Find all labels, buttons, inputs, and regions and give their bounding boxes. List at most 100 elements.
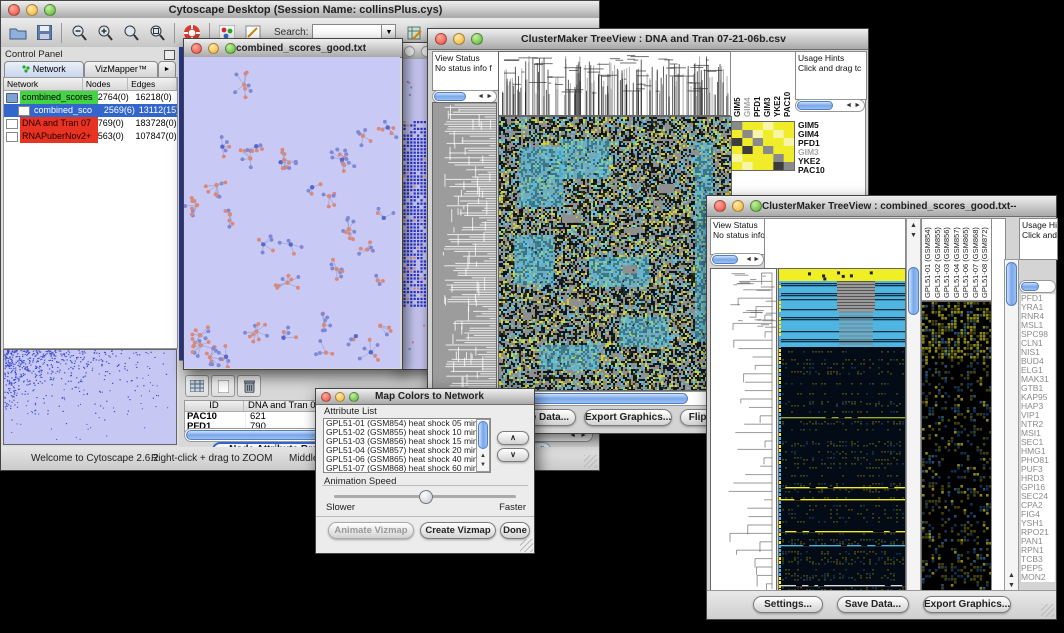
network-row[interactable]: DNA and Tran 07769(0)183728(0) (4, 117, 177, 130)
network1-canvas[interactable] (184, 57, 400, 368)
gene-label[interactable]: BUD4 (1021, 357, 1055, 366)
dna-column-label[interactable]: PFD1 (753, 53, 763, 117)
attribute-list-vscrollbar[interactable]: ▲ ▼ (476, 419, 490, 472)
network-row[interactable]: RNAPuberNov2+563(0)107847(0) (4, 130, 177, 143)
gene-label[interactable]: SEC1 (1021, 438, 1055, 447)
global-heatmap[interactable] (778, 268, 906, 593)
gene-label[interactable]: NIS1 (1021, 348, 1055, 357)
minimize-icon[interactable] (208, 43, 219, 54)
gene-label[interactable]: KAP95 (1021, 393, 1055, 402)
gene-label[interactable]: PHO81 (1021, 456, 1055, 465)
open-icon[interactable] (5, 22, 31, 44)
close-icon[interactable] (8, 4, 20, 16)
gene-label[interactable]: GIM5 (798, 121, 862, 130)
zoom-in-icon[interactable] (92, 22, 118, 44)
gene-label[interactable]: SEC24 (1021, 492, 1055, 501)
gene-label[interactable]: GIM3 (798, 148, 862, 157)
gene-label[interactable]: PUF3 (1021, 465, 1055, 474)
main-titlebar[interactable]: Cytoscape Desktop (Session Name: collins… (1, 1, 599, 19)
gene-label[interactable]: CPA2 (1021, 501, 1055, 510)
gene-label[interactable]: RPO21 (1021, 528, 1055, 537)
create-vizmap-button[interactable]: Create Vizmap (420, 522, 496, 539)
settings-button[interactable]: Settings... (753, 596, 823, 613)
usage-hints-hscrollbar[interactable]: ◄► (795, 99, 865, 112)
gene-label[interactable]: PAN1 (1021, 537, 1055, 546)
attribute-item[interactable]: GPL51-04 (GSM857) heat shock 20 min (324, 446, 477, 455)
new-file-icon[interactable] (211, 375, 235, 397)
done-button[interactable]: Done (500, 522, 530, 539)
network-row[interactable]: combined_sco2569(6)13112(15) (4, 104, 177, 117)
gene-label[interactable]: PFD1 (1021, 294, 1055, 303)
attribute-item[interactable]: GPL51-01 (GSM854) heat shock 05 min (324, 419, 477, 428)
zoom-window-icon[interactable] (471, 33, 483, 45)
attribute-item[interactable]: GPL51-07 (GSM868) heat shock 60 min (324, 464, 477, 473)
gene-label[interactable]: CLN1 (1021, 339, 1055, 348)
gene-label[interactable]: GTB1 (1021, 384, 1055, 393)
gene-label[interactable]: MON2 (1021, 573, 1055, 582)
gene-label[interactable]: MAK31 (1021, 375, 1055, 384)
minimize-icon[interactable] (732, 200, 744, 212)
zoom-window-icon[interactable] (44, 4, 56, 16)
gene-label[interactable]: PAC10 (798, 166, 862, 175)
gene-label[interactable]: HMG1 (1021, 447, 1055, 456)
gene-label[interactable]: SPC98 (1021, 330, 1055, 339)
attribute-item[interactable]: GPL51-02 (GSM855) heat shock 10 min (324, 428, 477, 437)
close-icon[interactable] (191, 43, 202, 54)
similarity-matrix[interactable] (731, 121, 795, 171)
close-icon[interactable] (404, 46, 415, 57)
network1-titlebar[interactable]: combined_scores_good.txt--cluste... (184, 39, 402, 58)
gene-label[interactable]: VIP1 (1021, 411, 1055, 420)
zoom-window-icon[interactable] (750, 200, 762, 212)
resize-grip[interactable] (520, 539, 533, 552)
zoom-fit-icon[interactable] (144, 22, 170, 44)
attribute-item[interactable]: GPL51-06 (GSM865) heat shock 40 min (324, 455, 477, 464)
zoom-window-icon[interactable] (349, 392, 359, 402)
network-row[interactable]: combined_scores2764(0)16218(0) (4, 91, 177, 104)
array-column-label[interactable]: GPL51-06 (GSM865) (961, 220, 971, 298)
row-dendrogram[interactable] (710, 268, 777, 593)
gene-label[interactable]: YRA1 (1021, 303, 1055, 312)
global-vscrollbar[interactable]: ▲▼ (906, 218, 921, 593)
array-column-label[interactable]: GPL51-01 (GSM854) (923, 220, 933, 298)
zoom-window-icon[interactable] (225, 43, 236, 54)
treeview-dna-titlebar[interactable]: ClusterMaker TreeView : DNA and Tran 07-… (428, 29, 868, 50)
export-graphics-button[interactable]: Export Graphics... (923, 596, 1011, 613)
id-col-header[interactable]: ID (185, 401, 244, 411)
view-status-hscrollbar[interactable]: ◄► (710, 253, 764, 266)
resize-grip[interactable] (1041, 604, 1054, 617)
resize-grip[interactable] (584, 455, 597, 468)
gene-list-hscrollbar[interactable] (1019, 280, 1056, 293)
gene-label[interactable]: PFD1 (798, 139, 862, 148)
gene-label[interactable]: FIG4 (1021, 510, 1055, 519)
array-column-label[interactable]: GPL51-04 (GSM857) (952, 220, 962, 298)
gene-label[interactable]: RNR4 (1021, 312, 1055, 321)
row-dendrogram[interactable] (432, 102, 497, 392)
dna-heatmap[interactable] (498, 116, 732, 391)
dna-column-label[interactable]: YKE2 (773, 53, 783, 117)
zoom-heatmap[interactable] (921, 301, 993, 593)
array-column-label[interactable]: GPL51-03 (GSM856) (942, 220, 952, 298)
move-up-button[interactable]: ∧ (497, 431, 529, 445)
save-data-button[interactable]: Save Data... (837, 596, 909, 613)
column-dendrogram[interactable] (498, 51, 732, 116)
close-icon[interactable] (435, 33, 447, 45)
tab-vizmapper[interactable]: VizMapper™ (84, 61, 158, 78)
gene-label[interactable]: RPN1 (1021, 546, 1055, 555)
dna-export-graphics-button[interactable]: Export Graphics... (584, 409, 672, 426)
dna-column-label[interactable]: GIM4 (743, 53, 753, 117)
gene-label[interactable]: YSH1 (1021, 519, 1055, 528)
trash-icon[interactable] (237, 375, 261, 397)
minimize-icon[interactable] (26, 4, 38, 16)
gene-label[interactable]: PEP5 (1021, 564, 1055, 573)
treeview-combined-titlebar[interactable]: ClusterMaker TreeView : combined_scores_… (707, 196, 1056, 217)
dna-column-label[interactable]: GIM5 (733, 53, 743, 117)
close-icon[interactable] (321, 392, 331, 402)
birds-eye-view[interactable] (3, 349, 177, 445)
dialog-titlebar[interactable]: Map Colors to Network (316, 389, 534, 405)
gene-label[interactable]: GPI16 (1021, 483, 1055, 492)
close-icon[interactable] (714, 200, 726, 212)
minimize-icon[interactable] (335, 392, 345, 402)
gene-label[interactable]: TCB3 (1021, 555, 1055, 564)
gene-label[interactable]: YKE2 (798, 157, 862, 166)
minimize-icon[interactable] (453, 33, 465, 45)
